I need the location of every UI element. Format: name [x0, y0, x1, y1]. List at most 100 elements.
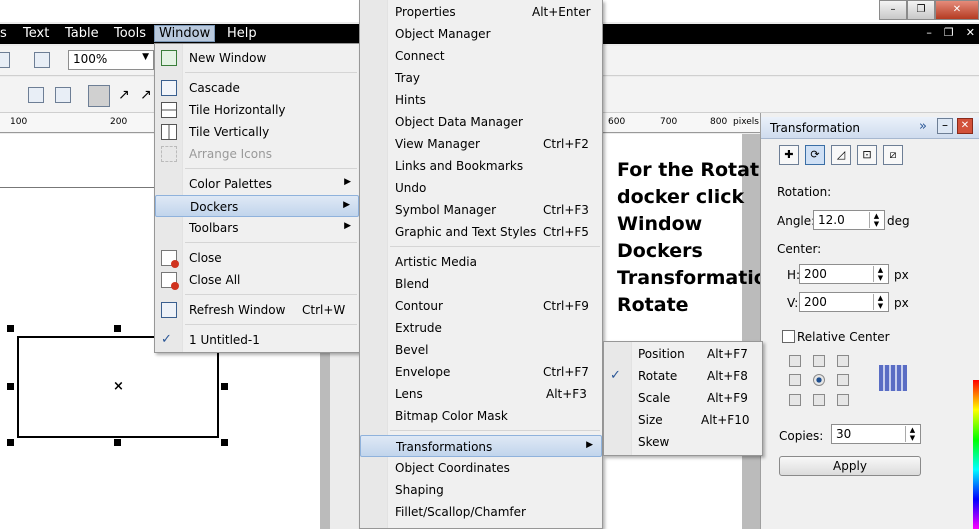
menu-table[interactable]: Table — [65, 26, 99, 41]
v-input[interactable]: 200 ▲ ▼ — [799, 292, 889, 312]
menu-item-size[interactable]: Size Alt+F10 — [604, 409, 762, 431]
menu-item-rotate[interactable]: ✓ Rotate Alt+F8 — [604, 365, 762, 387]
pick-tool-icon[interactable] — [88, 85, 110, 107]
anchor-point[interactable] — [789, 374, 801, 386]
menu-item-connect[interactable]: Connect — [360, 45, 602, 67]
menu-item-untitled-1[interactable]: ✓ 1 Untitled-1 — [155, 329, 359, 351]
menu-item-dockers[interactable]: Dockers ▶ — [155, 195, 359, 217]
menu-item-close[interactable]: Close — [155, 247, 359, 269]
minimize-button[interactable]: – — [879, 0, 907, 20]
anchor-point-center[interactable] — [813, 374, 825, 386]
menu-item-symbol-manager[interactable]: Symbol Manager Ctrl+F3 — [360, 199, 602, 221]
menu-item-close-all[interactable]: Close All — [155, 269, 359, 291]
menu-item-label: Bevel — [395, 343, 429, 357]
tile-horizontal-icon — [161, 102, 177, 118]
menu-item-arrange-icons[interactable]: Arrange Icons — [155, 143, 359, 165]
menu-tools[interactable]: Tools — [114, 26, 146, 41]
minimize-docker-icon[interactable]: – — [937, 118, 953, 134]
menu-item-envelope[interactable]: Envelope Ctrl+F7 — [360, 361, 602, 383]
menu-item-toolbars[interactable]: Toolbars ▶ — [155, 217, 359, 239]
close-button[interactable]: ✕ — [935, 0, 979, 20]
menu-item-graphic-and-text-styles[interactable]: Graphic and Text Styles Ctrl+F5 — [360, 221, 602, 243]
menu-item-tile-vertically[interactable]: Tile Vertically — [155, 121, 359, 143]
scale-tab-icon[interactable]: ◿ — [831, 145, 851, 165]
menu-item-tile-horizontally[interactable]: Tile Horizontally — [155, 99, 359, 121]
selection-handle[interactable] — [114, 439, 121, 446]
selection-handle[interactable] — [7, 383, 14, 390]
size-tab-icon[interactable]: ⊡ — [857, 145, 877, 165]
menu-item-contour[interactable]: Contour Ctrl+F9 — [360, 295, 602, 317]
position-tab-icon[interactable]: ✚ — [779, 145, 799, 165]
menu-item-scale[interactable]: Scale Alt+F9 — [604, 387, 762, 409]
doc-close-icon[interactable]: ✕ — [966, 26, 975, 39]
menu-item-lens[interactable]: Lens Alt+F3 — [360, 383, 602, 405]
submenu-arrow-icon: ▶ — [344, 177, 351, 187]
menu-item-object-data-manager[interactable]: Object Data Manager — [360, 111, 602, 133]
menu-item-fillet-scallop-chamfer[interactable]: Fillet/Scallop/Chamfer — [360, 501, 602, 523]
anchor-point[interactable] — [789, 394, 801, 406]
menu-item-refresh-window[interactable]: Refresh Window Ctrl+W — [155, 299, 359, 321]
menu-item-properties[interactable]: Properties Alt+Enter — [360, 1, 602, 23]
menu-item-shortcut: Ctrl+W — [302, 303, 346, 317]
menu-item-cascade[interactable]: Cascade — [155, 77, 359, 99]
selection-handle[interactable] — [7, 325, 14, 332]
menu-item-label: Hints — [395, 93, 426, 107]
menu-item-position[interactable]: Position Alt+F7 — [604, 343, 762, 365]
menu-item-view-manager[interactable]: View Manager Ctrl+F2 — [360, 133, 602, 155]
menu-item-bitmap-color-mask[interactable]: Bitmap Color Mask — [360, 405, 602, 427]
menu-item-skew[interactable]: Skew — [604, 431, 762, 453]
copies-spinner-icon[interactable]: ▲ ▼ — [905, 426, 919, 442]
v-spinner-icon[interactable]: ▲ ▼ — [873, 294, 887, 310]
anchor-point[interactable] — [813, 394, 825, 406]
zoom-level-select[interactable]: 100% ▼ — [68, 50, 154, 70]
menu-item-artistic-media[interactable]: Artistic Media — [360, 251, 602, 273]
restore-button[interactable]: ❐ — [907, 0, 935, 20]
application-launcher-icon[interactable] — [34, 52, 50, 68]
rotate-tab-icon[interactable]: ⟳ — [805, 145, 825, 165]
menu-item-color-palettes[interactable]: Color Palettes ▶ — [155, 173, 359, 195]
dropdown-icon[interactable] — [0, 52, 10, 68]
menu-item-undo[interactable]: Undo — [360, 177, 602, 199]
menu-item-blend[interactable]: Blend — [360, 273, 602, 295]
skew-tab-icon[interactable]: ⧄ — [883, 145, 903, 165]
menu-item-bevel[interactable]: Bevel — [360, 339, 602, 361]
close-docker-icon[interactable]: ✕ — [957, 118, 973, 134]
anchor-point[interactable] — [813, 355, 825, 367]
doc-minimize-icon[interactable]: – — [926, 26, 932, 39]
align-icon[interactable] — [28, 87, 44, 103]
menu-item-new-window[interactable]: New Window — [155, 47, 359, 69]
h-input[interactable]: 200 ▲ ▼ — [799, 264, 889, 284]
anchor-point[interactable] — [837, 374, 849, 386]
h-spinner-icon[interactable]: ▲ ▼ — [873, 266, 887, 282]
menu-item-transformations[interactable]: Transformations ▶ — [360, 435, 602, 457]
anchor-point[interactable] — [837, 355, 849, 367]
apply-button[interactable]: Apply — [779, 456, 921, 476]
selection-handle[interactable] — [7, 439, 14, 446]
angle-input[interactable]: 12.0 ▲ ▼ — [813, 210, 885, 230]
selection-handle[interactable] — [221, 383, 228, 390]
selection-handle[interactable] — [221, 439, 228, 446]
order-icon[interactable] — [55, 87, 71, 103]
copies-input[interactable]: 30 ▲ ▼ — [831, 424, 921, 444]
color-palette-strip[interactable] — [973, 380, 979, 529]
menu-text[interactable]: Text — [23, 26, 49, 41]
selection-handle[interactable] — [114, 325, 121, 332]
menu-item-tray[interactable]: Tray — [360, 67, 602, 89]
menu-window[interactable]: Window — [154, 25, 216, 42]
anchor-point[interactable] — [789, 355, 801, 367]
menu-view-partial[interactable]: s — [0, 26, 7, 41]
doc-restore-icon[interactable]: ❐ — [944, 26, 954, 39]
anchor-point[interactable] — [837, 394, 849, 406]
angle-spinner-icon[interactable]: ▲ ▼ — [869, 212, 883, 228]
menu-item-shaping[interactable]: Shaping — [360, 479, 602, 501]
menu-item-hints[interactable]: Hints — [360, 89, 602, 111]
shape-tool-icon[interactable]: ↗ — [118, 87, 134, 103]
menu-help[interactable]: Help — [227, 26, 257, 41]
menu-item-links-and-bookmarks[interactable]: Links and Bookmarks — [360, 155, 602, 177]
expand-chevron-icon[interactable]: » — [919, 119, 927, 134]
menu-item-object-coordinates[interactable]: Object Coordinates — [360, 457, 602, 479]
menu-item-extrude[interactable]: Extrude — [360, 317, 602, 339]
menu-item-label: Arrange Icons — [189, 147, 272, 161]
relative-center-checkbox[interactable] — [782, 330, 795, 343]
menu-item-object-manager[interactable]: Object Manager — [360, 23, 602, 45]
